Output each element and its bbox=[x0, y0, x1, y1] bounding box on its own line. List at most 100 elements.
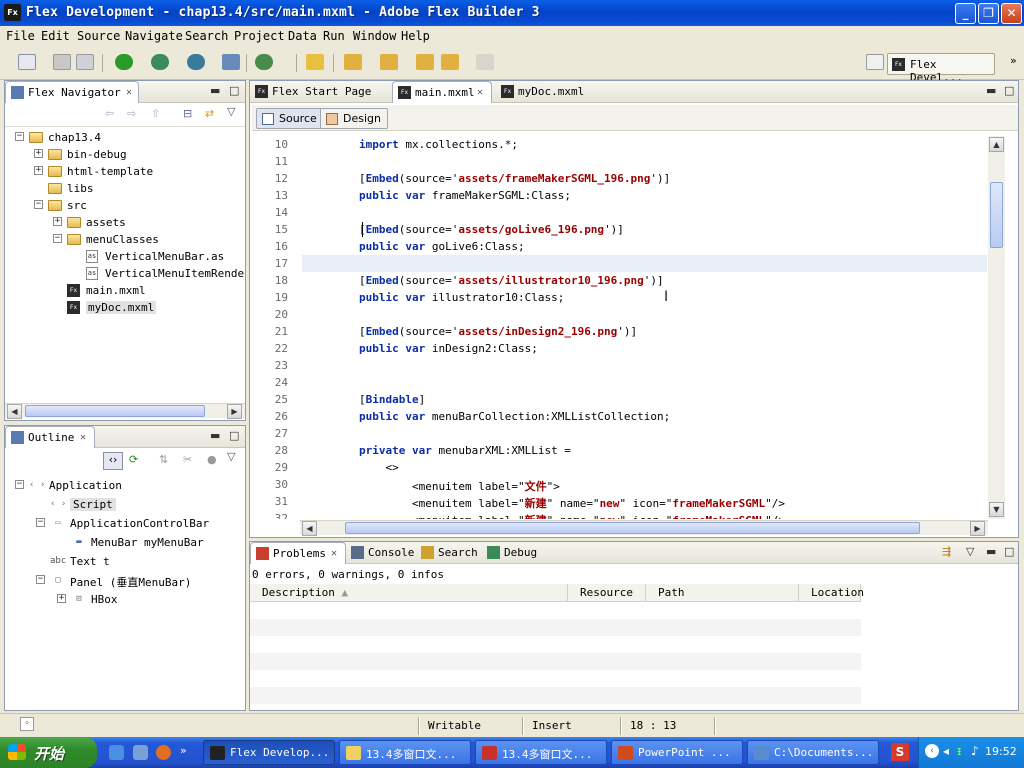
scroll-down-icon[interactable]: ▼ bbox=[989, 502, 1004, 517]
navigator-tree-item[interactable]: − src bbox=[5, 197, 245, 214]
show-mxml-icon[interactable]: ‹› bbox=[103, 452, 123, 470]
navigator-tree-item[interactable]: Fx main.mxml bbox=[5, 282, 245, 299]
outline-tree-item[interactable]: + ⊡ HBox bbox=[5, 591, 245, 608]
sort-icon[interactable]: ⇅ bbox=[159, 453, 168, 466]
collapse-icon[interactable]: − bbox=[15, 132, 24, 141]
start-button[interactable]: 开始 bbox=[0, 737, 97, 768]
navigator-tree-item[interactable]: + html-template bbox=[5, 163, 245, 180]
outline-tree-item[interactable]: − ‹ › Application bbox=[5, 477, 245, 494]
export-icon[interactable] bbox=[222, 54, 240, 70]
tab-main-mxml[interactable]: Fx main.mxml ✕ bbox=[392, 81, 492, 103]
tab-mydoc-mxml[interactable]: Fx myDoc.mxml bbox=[496, 81, 592, 103]
input-method-icon[interactable]: S bbox=[891, 743, 909, 761]
scroll-left-icon[interactable]: ◀ bbox=[7, 404, 22, 419]
outline-tree-item[interactable]: − ▢ Panel (垂直MenuBar) bbox=[5, 572, 245, 589]
tab-debug[interactable]: Debug bbox=[482, 542, 544, 564]
link-editor-icon[interactable]: ⇄ bbox=[205, 107, 214, 120]
view-menu-icon[interactable]: ▽ bbox=[227, 105, 235, 118]
menu-source[interactable]: Source bbox=[77, 29, 120, 43]
minimize-icon[interactable]: ▬ bbox=[210, 84, 220, 97]
outline-tree-item[interactable]: abc Text t bbox=[5, 553, 245, 570]
menu-run[interactable]: Run bbox=[323, 29, 345, 43]
navigator-tree-item[interactable]: − chap13.4 bbox=[5, 129, 245, 146]
up-icon[interactable]: ⇧ bbox=[151, 107, 160, 120]
hide-non-visual-icon[interactable]: ✂ bbox=[183, 453, 192, 466]
outline-tree-item[interactable]: ▬ MenuBar myMenuBar bbox=[5, 534, 245, 551]
navigator-tree-item[interactable]: as VerticalMenuItemRendere bbox=[5, 265, 245, 282]
scroll-left-icon[interactable]: ◀ bbox=[302, 521, 317, 536]
expand-icon[interactable]: + bbox=[34, 166, 43, 175]
filter-icon[interactable]: ⇶ bbox=[942, 545, 951, 558]
menu-data[interactable]: Data bbox=[288, 29, 317, 43]
clock[interactable]: 19:52 bbox=[985, 745, 1017, 758]
close-button[interactable]: ✕ bbox=[1001, 3, 1022, 24]
collapse-icon[interactable]: − bbox=[34, 200, 43, 209]
back-icon[interactable]: ⇦ bbox=[105, 107, 114, 120]
outline-tree-item[interactable]: ‹ › Script bbox=[5, 496, 245, 513]
minimize-icon[interactable]: ▬ bbox=[986, 84, 996, 97]
navigator-tree-item[interactable]: libs bbox=[5, 180, 245, 197]
back-icon[interactable] bbox=[441, 54, 459, 70]
expand-icon[interactable]: + bbox=[57, 594, 66, 603]
pen-icon[interactable] bbox=[306, 54, 324, 70]
menu-navigate[interactable]: Navigate bbox=[125, 29, 183, 43]
scroll-thumb[interactable] bbox=[345, 522, 920, 534]
fast-view-icon[interactable]: ◦ bbox=[20, 717, 34, 731]
refresh-icon[interactable]: ⟳ bbox=[129, 453, 138, 466]
collapse-all-icon[interactable]: ⊟ bbox=[183, 107, 192, 120]
navigator-tree-item[interactable]: + assets bbox=[5, 214, 245, 231]
column-location[interactable]: Location bbox=[799, 584, 864, 602]
design-mode-button[interactable]: Design bbox=[320, 108, 388, 129]
task-folder[interactable]: 13.4多窗口文... bbox=[339, 740, 471, 765]
menu-edit[interactable]: Edit bbox=[41, 29, 70, 43]
outline-tree-item[interactable]: − ▭ ApplicationControlBar bbox=[5, 515, 245, 532]
navigator-tree-item[interactable]: + bin-debug bbox=[5, 146, 245, 163]
new-icon[interactable] bbox=[18, 54, 36, 70]
tab-flex-navigator[interactable]: Flex Navigator ✕ bbox=[5, 81, 139, 103]
scroll-right-icon[interactable]: ▶ bbox=[227, 404, 242, 419]
firefox-icon[interactable] bbox=[156, 745, 171, 760]
close-icon[interactable]: ✕ bbox=[331, 548, 337, 559]
network-icon[interactable]: ᵻ bbox=[957, 744, 961, 758]
maximize-icon[interactable]: □ bbox=[229, 84, 239, 97]
menu-file[interactable]: File bbox=[6, 29, 35, 43]
next-annotation-icon[interactable] bbox=[344, 54, 362, 70]
tab-outline[interactable]: Outline ✕ bbox=[5, 426, 95, 448]
view-menu-icon[interactable]: ▽ bbox=[966, 545, 974, 558]
close-icon[interactable]: ✕ bbox=[80, 432, 86, 443]
maximize-icon[interactable]: □ bbox=[1004, 545, 1014, 558]
navigator-hscrollbar[interactable]: ◀ ▶ bbox=[5, 403, 245, 419]
navigator-tree-item[interactable]: as VerticalMenuBar.as bbox=[5, 248, 245, 265]
expand-icon[interactable]: + bbox=[34, 149, 43, 158]
forward-icon[interactable]: ⇨ bbox=[127, 107, 136, 120]
task-powerpoint[interactable]: PowerPoint ... bbox=[611, 740, 743, 765]
source-mode-button[interactable]: Source bbox=[256, 108, 324, 129]
restore-button[interactable]: ❐ bbox=[978, 3, 999, 24]
column-path[interactable]: Path bbox=[646, 584, 799, 602]
show-desktop-icon[interactable] bbox=[133, 745, 148, 760]
profile-icon[interactable] bbox=[187, 54, 205, 70]
tab-flex-start-page[interactable]: Fx Flex Start Page bbox=[250, 81, 388, 103]
collapse-icon[interactable]: − bbox=[15, 480, 24, 489]
run-icon[interactable] bbox=[115, 54, 133, 70]
expand-icon[interactable]: + bbox=[53, 217, 62, 226]
minimize-icon[interactable]: ▬ bbox=[986, 545, 996, 558]
external-tools-icon[interactable] bbox=[255, 54, 273, 70]
menu-search[interactable]: Search bbox=[185, 29, 228, 43]
menu-window[interactable]: Window bbox=[353, 29, 396, 43]
maximize-icon[interactable]: □ bbox=[1004, 84, 1014, 97]
code-editor[interactable]: 10 import mx.collections.*; 11 12 [Embed(sou… bbox=[252, 136, 987, 519]
task-documents[interactable]: C:\Documents... bbox=[747, 740, 879, 765]
view-menu-icon[interactable]: ▽ bbox=[227, 450, 235, 463]
last-edit-icon[interactable] bbox=[416, 54, 434, 70]
quick-launch-more-icon[interactable]: » bbox=[180, 744, 187, 757]
editor-vscrollbar[interactable]: ▲ ▼ bbox=[988, 136, 1005, 519]
maximize-icon[interactable]: □ bbox=[229, 429, 239, 442]
scroll-thumb[interactable] bbox=[990, 182, 1003, 248]
debug-icon[interactable] bbox=[151, 54, 169, 70]
open-perspective-icon[interactable] bbox=[866, 54, 884, 70]
filter-icon[interactable]: ● bbox=[207, 453, 217, 466]
save-icon[interactable] bbox=[53, 54, 71, 70]
task-pdf[interactable]: 13.4多窗口文... bbox=[475, 740, 607, 765]
column-description[interactable]: Description ▲ bbox=[250, 584, 568, 602]
